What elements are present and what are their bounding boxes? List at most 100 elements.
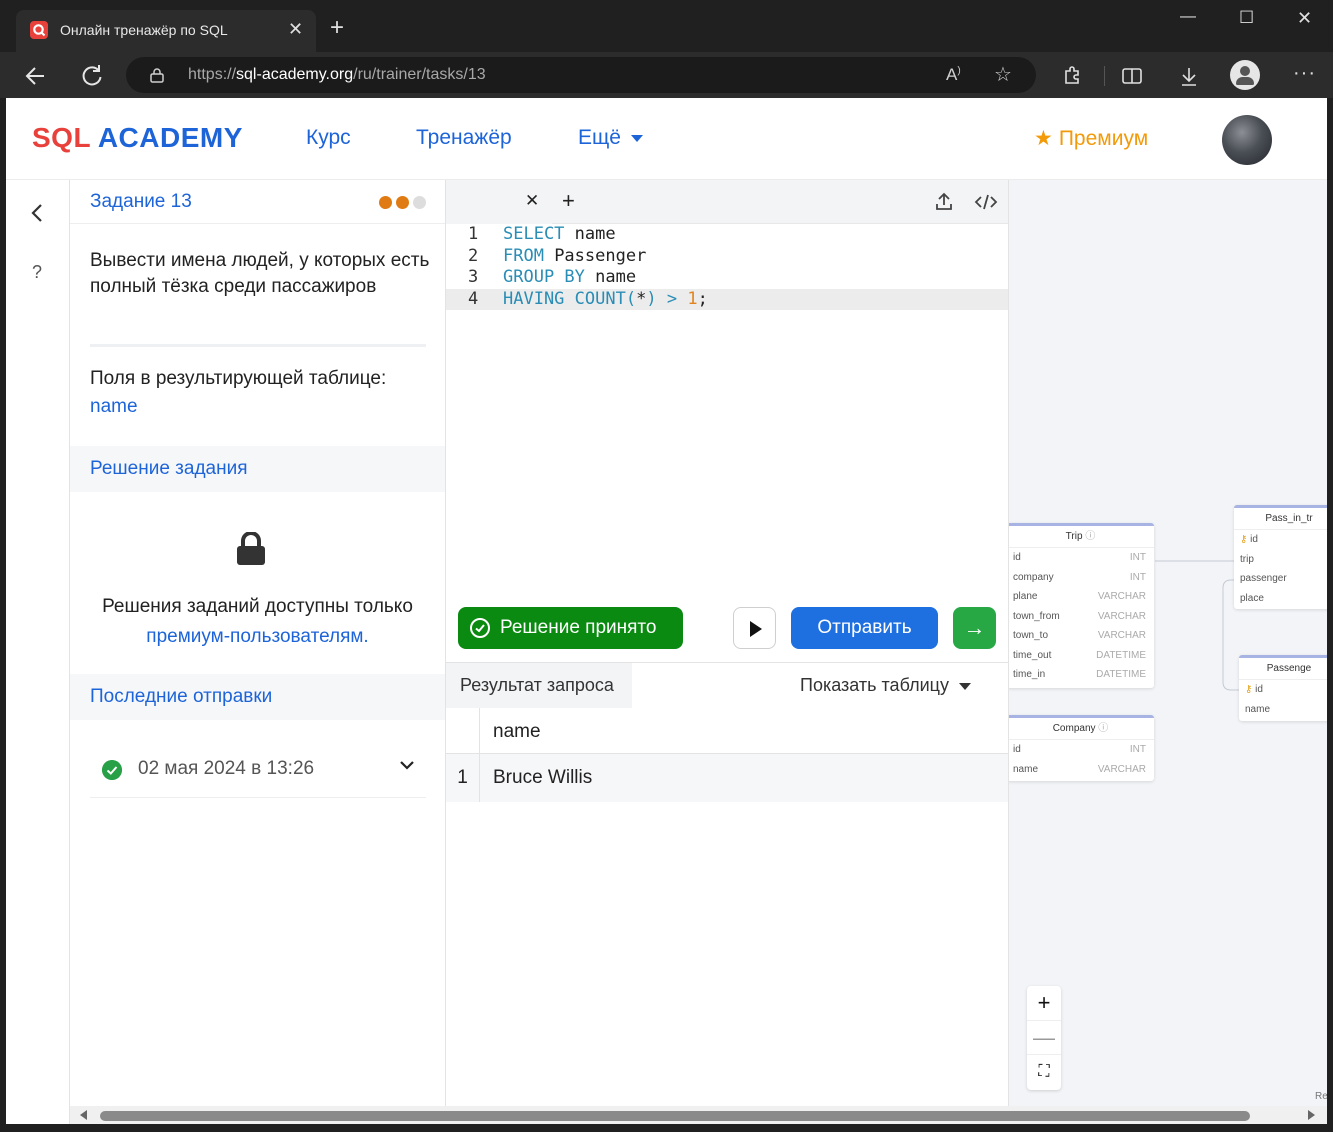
schema-field-type: DATETIME [1096,649,1146,661]
zoom-out-icon[interactable]: — [1027,1020,1061,1054]
close-tab-icon[interactable]: ✕ [288,19,303,40]
address-bar[interactable]: https://sql-academy.org/ru/trainer/tasks… [126,57,1036,93]
schema-field: time_out [1013,649,1052,661]
cell-value: Bruce Willis [493,767,593,788]
user-avatar[interactable] [1222,115,1272,165]
schema-diagram[interactable]: Trip ⓘ id INT company INT plane VARCHAR town_f… [1008,180,1327,1124]
read-aloud-icon[interactable]: A) [946,65,961,85]
schema-field: ⚷ id [1245,684,1263,695]
add-tab-icon[interactable]: + [562,188,575,214]
editor-tab[interactable]: ✕ [446,180,552,224]
table-company[interactable]: Company ⓘ id INT name VARCHAR [1009,715,1154,781]
submission-item[interactable]: 02 мая 2024 в 13:26 [90,740,426,798]
new-tab-icon[interactable]: + [330,16,344,40]
result-fields-value: name [90,396,138,417]
chevron-left-icon[interactable] [30,202,44,224]
reload-icon[interactable] [78,62,106,90]
chevron-down-icon[interactable] [398,756,416,774]
table-header: name [446,708,1008,754]
scroll-left-icon[interactable] [80,1110,87,1120]
schema-field: name [1245,703,1271,715]
favorite-star-icon[interactable]: ☆ [994,62,1012,87]
downloads-icon[interactable] [1177,64,1201,88]
code-text: GROUP BY name [503,267,637,287]
schema-field-type: INT [1129,552,1146,563]
schema-field: town_to [1013,630,1049,641]
scroll-right-icon[interactable] [1308,1110,1315,1120]
star-icon: ★ [1034,127,1053,150]
scrollbar-thumb[interactable] [100,1111,1250,1121]
show-table-dropdown[interactable]: Показать таблицу [800,675,971,696]
caret-down-icon [958,682,971,690]
attribution: Re [1315,1091,1327,1102]
code-text: FROM Passenger [503,245,647,266]
code-icon[interactable] [974,192,998,212]
premium-users-link[interactable]: премиум-пользователям. [70,622,445,652]
editor-tabs: ✕ + [446,180,1008,224]
next-task-button[interactable]: → [953,607,996,649]
caret-down-icon [630,134,643,142]
left-rail: ? [6,180,70,1124]
difficulty-dot [379,196,392,209]
task-title: Задание 13 [90,191,192,212]
zoom-in-icon[interactable]: + [1027,986,1061,1020]
check-circle-icon [470,618,490,638]
more-menu-icon[interactable]: ··· [1293,62,1316,85]
table-pass-in-trip[interactable]: Pass_in_tr ⚷ id trip passenger place [1234,505,1327,609]
back-icon[interactable] [22,62,50,90]
logo[interactable]: SQL ACADEMY [32,122,243,154]
task-header: Задание 13 [70,180,445,224]
nav-trainer[interactable]: Тренажёр [416,126,512,150]
table-trip[interactable]: Trip ⓘ id INT company INT plane VARCHAR town_f… [1009,523,1154,688]
code-area[interactable]: 1 SELECT name 2 FROM Passenger 3 GROUP BY nam… [446,224,1008,604]
split-screen-icon[interactable] [1120,64,1144,88]
schema-field: id [1013,744,1021,755]
url-text: https://sql-academy.org/ru/trainer/tasks… [188,66,486,83]
zoom-controls: + — ⛶ [1027,986,1061,1090]
extensions-icon[interactable] [1060,64,1084,88]
schema-field: town_from [1013,610,1060,622]
run-query-button[interactable] [733,607,776,649]
results-toolbar: Результат запроса Показать таблицу [446,662,1008,708]
table-row: 1 Bruce Willis [446,754,1008,802]
code-line: 3 GROUP BY name [446,267,1008,289]
close-window-icon[interactable]: ✕ [1297,8,1312,29]
submission-date: 02 мая 2024 в 13:26 [138,758,315,779]
solution-accepted-button[interactable]: Решение принято [458,607,683,649]
schema-field-type: VARCHAR [1097,591,1146,602]
site-favicon-icon [30,21,48,39]
minimize-icon[interactable]: — [1180,8,1196,26]
profile-icon[interactable] [1230,60,1260,90]
schema-field: trip [1240,553,1254,565]
row-index: 1 [446,754,480,802]
maximize-icon[interactable]: ☐ [1239,8,1254,28]
close-icon[interactable]: ✕ [525,191,539,211]
browser-tab[interactable]: Онлайн тренажёр по SQL ✕ [16,10,316,52]
horizontal-scrollbar[interactable] [70,1106,1327,1124]
task-description: Вывести имена людей, у которых есть полн… [90,250,430,297]
address-toolbar: https://sql-academy.org/ru/trainer/tasks… [0,52,1333,98]
code-line: 2 FROM Passenger [446,246,1008,268]
schema-field-type: DATETIME [1096,669,1146,680]
play-icon [750,621,762,637]
schema-field: company [1013,571,1054,583]
tab-query-result[interactable]: Результат запроса [446,663,632,708]
submit-button[interactable]: Отправить [791,607,938,649]
schema-field-type: VARCHAR [1097,763,1146,775]
help-icon[interactable]: ? [32,262,42,283]
schema-field: time_in [1013,669,1046,680]
nav-course[interactable]: Курс [306,126,351,150]
nav-more[interactable]: Ещё [578,126,643,150]
solution-section-header[interactable]: Решение задания [70,446,445,492]
code-line: 4 HAVING COUNT(*) > 1; [446,288,1008,310]
key-icon: ⚷ [1240,534,1251,545]
premium-only-message: Решения заданий доступны только премиум-… [70,592,445,652]
task-panel: Задание 13 Вывести имена людей, у которы… [70,180,446,1124]
export-icon[interactable] [934,192,954,212]
premium-link[interactable]: ★ Премиум [1034,126,1148,151]
code-line: 1 SELECT name [446,224,1008,246]
schema-field-type: VARCHAR [1097,610,1146,622]
fit-view-icon[interactable]: ⛶ [1027,1054,1061,1088]
difficulty-dot [413,196,426,209]
table-passenger[interactable]: Passenge ⚷ id name [1239,655,1327,721]
